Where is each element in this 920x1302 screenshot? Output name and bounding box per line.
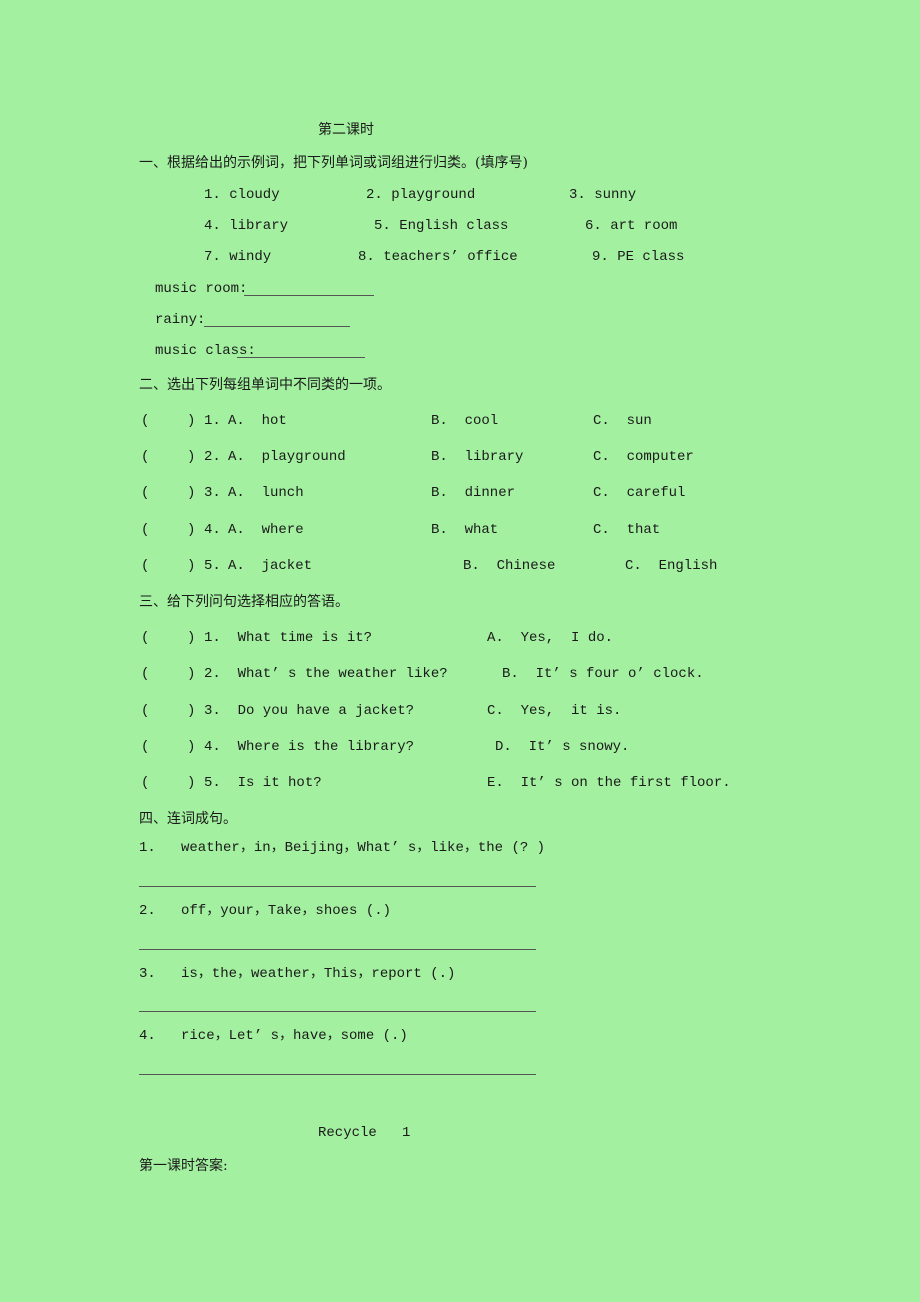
question-number: 3. — [204, 485, 221, 501]
answer-bracket-close: ) — [187, 739, 196, 755]
answer-bracket-close: ) — [187, 666, 196, 682]
option-c: C. that — [593, 522, 661, 538]
section3-heading: 三、给下列问句选择相应的答语。 — [139, 594, 349, 610]
question-text: 1. What time is it? — [204, 630, 373, 646]
category-label: rainy: — [155, 312, 206, 328]
answer-slot[interactable] — [150, 412, 186, 430]
answer-slot[interactable] — [150, 448, 186, 466]
sentence-prompt: 3. is，the，weather，This，report (.) — [139, 966, 456, 982]
section4-heading: 四、连词成句。 — [139, 811, 237, 827]
option-c: C. careful — [593, 485, 686, 501]
option-a: A. playground — [228, 449, 346, 465]
answer-slot[interactable] — [150, 738, 186, 756]
option-b: B. dinner — [431, 485, 516, 501]
response-option: E. It’ s on the first floor. — [487, 775, 731, 791]
word-item: 3. sunny — [569, 187, 637, 203]
category-label: music room: — [155, 281, 248, 297]
sentence-prompt: 2. off，your，Take，shoes (.) — [139, 903, 392, 919]
response-option: A. Yes, I do. — [487, 630, 614, 646]
answer-slot[interactable] — [150, 774, 186, 792]
answer-blank[interactable] — [204, 326, 350, 327]
option-b: B. Chinese — [463, 558, 556, 574]
option-a: A. jacket — [228, 558, 313, 574]
answer-line[interactable] — [139, 949, 536, 950]
answer-line[interactable] — [139, 886, 536, 887]
option-c: C. computer — [593, 449, 694, 465]
answer-bracket-close: ) — [187, 775, 196, 791]
answer-line[interactable] — [139, 1011, 536, 1012]
answer-bracket-open: ( — [141, 703, 150, 719]
word-item: 5. English class — [374, 218, 509, 234]
word-item: 6. art room — [585, 218, 678, 234]
option-c: C. sun — [593, 413, 652, 429]
lesson-title: 第二课时 — [318, 122, 374, 138]
question-number: 5. — [204, 558, 221, 574]
sentence-prompt: 1. weather，in，Beijing，What’ s，like，the (… — [139, 840, 546, 856]
answer-bracket-open: ( — [141, 449, 150, 465]
answer-slot[interactable] — [150, 665, 186, 683]
word-item: 2. playground — [366, 187, 476, 203]
question-number: 4. — [204, 522, 221, 538]
word-item: 8. teachers’ office — [358, 249, 518, 265]
option-b: B. library — [431, 449, 524, 465]
option-c: C. English — [625, 558, 718, 574]
response-option: B. It’ s four o’ clock. — [502, 666, 704, 682]
question-text: 5. Is it hot? — [204, 775, 322, 791]
answer-line[interactable] — [139, 1074, 536, 1075]
answer-heading: 第一课时答案: — [139, 1158, 228, 1174]
option-a: A. hot — [228, 413, 287, 429]
answer-bracket-open: ( — [141, 413, 150, 429]
answer-bracket-close: ) — [187, 703, 196, 719]
section1-heading: 一、根据给出的示例词，把下列单词或词组进行归类。(填序号) — [139, 155, 528, 171]
answer-bracket-open: ( — [141, 630, 150, 646]
question-number: 2. — [204, 449, 221, 465]
answer-bracket-open: ( — [141, 739, 150, 755]
recycle-title: Recycle 1 — [318, 1125, 411, 1141]
option-a: A. where — [228, 522, 304, 538]
answer-bracket-close: ) — [187, 558, 196, 574]
answer-slot[interactable] — [150, 521, 186, 539]
answer-bracket-open: ( — [141, 485, 150, 501]
response-option: D. It’ s snowy. — [495, 739, 630, 755]
sentence-prompt: 4. rice，Let’ s，have，some (.) — [139, 1028, 408, 1044]
answer-bracket-close: ) — [187, 485, 196, 501]
answer-slot[interactable] — [150, 557, 186, 575]
word-item: 7. windy — [204, 249, 272, 265]
answer-bracket-open: ( — [141, 522, 150, 538]
answer-bracket-open: ( — [141, 558, 150, 574]
option-b: B. what — [431, 522, 499, 538]
word-item: 4. library — [204, 218, 289, 234]
answer-bracket-close: ) — [187, 413, 196, 429]
question-text: 2. What’ s the weather like? — [204, 666, 448, 682]
word-item: 9. PE class — [592, 249, 685, 265]
question-text: 3. Do you have a jacket? — [204, 703, 415, 719]
answer-slot[interactable] — [150, 629, 186, 647]
answer-blank[interactable] — [244, 295, 374, 296]
option-a: A. lunch — [228, 485, 304, 501]
section2-heading: 二、选出下列每组单词中不同类的一项。 — [139, 377, 391, 393]
response-option: C. Yes, it is. — [487, 703, 622, 719]
answer-slot[interactable] — [150, 484, 186, 502]
answer-bracket-close: ) — [187, 522, 196, 538]
question-text: 4. Where is the library? — [204, 739, 415, 755]
answer-bracket-open: ( — [141, 775, 150, 791]
word-item: 1. cloudy — [204, 187, 280, 203]
answer-slot[interactable] — [150, 702, 186, 720]
answer-bracket-close: ) — [187, 630, 196, 646]
answer-bracket-open: ( — [141, 666, 150, 682]
answer-bracket-close: ) — [187, 449, 196, 465]
option-b: B. cool — [431, 413, 499, 429]
answer-blank[interactable] — [237, 357, 365, 358]
question-number: 1. — [204, 413, 221, 429]
